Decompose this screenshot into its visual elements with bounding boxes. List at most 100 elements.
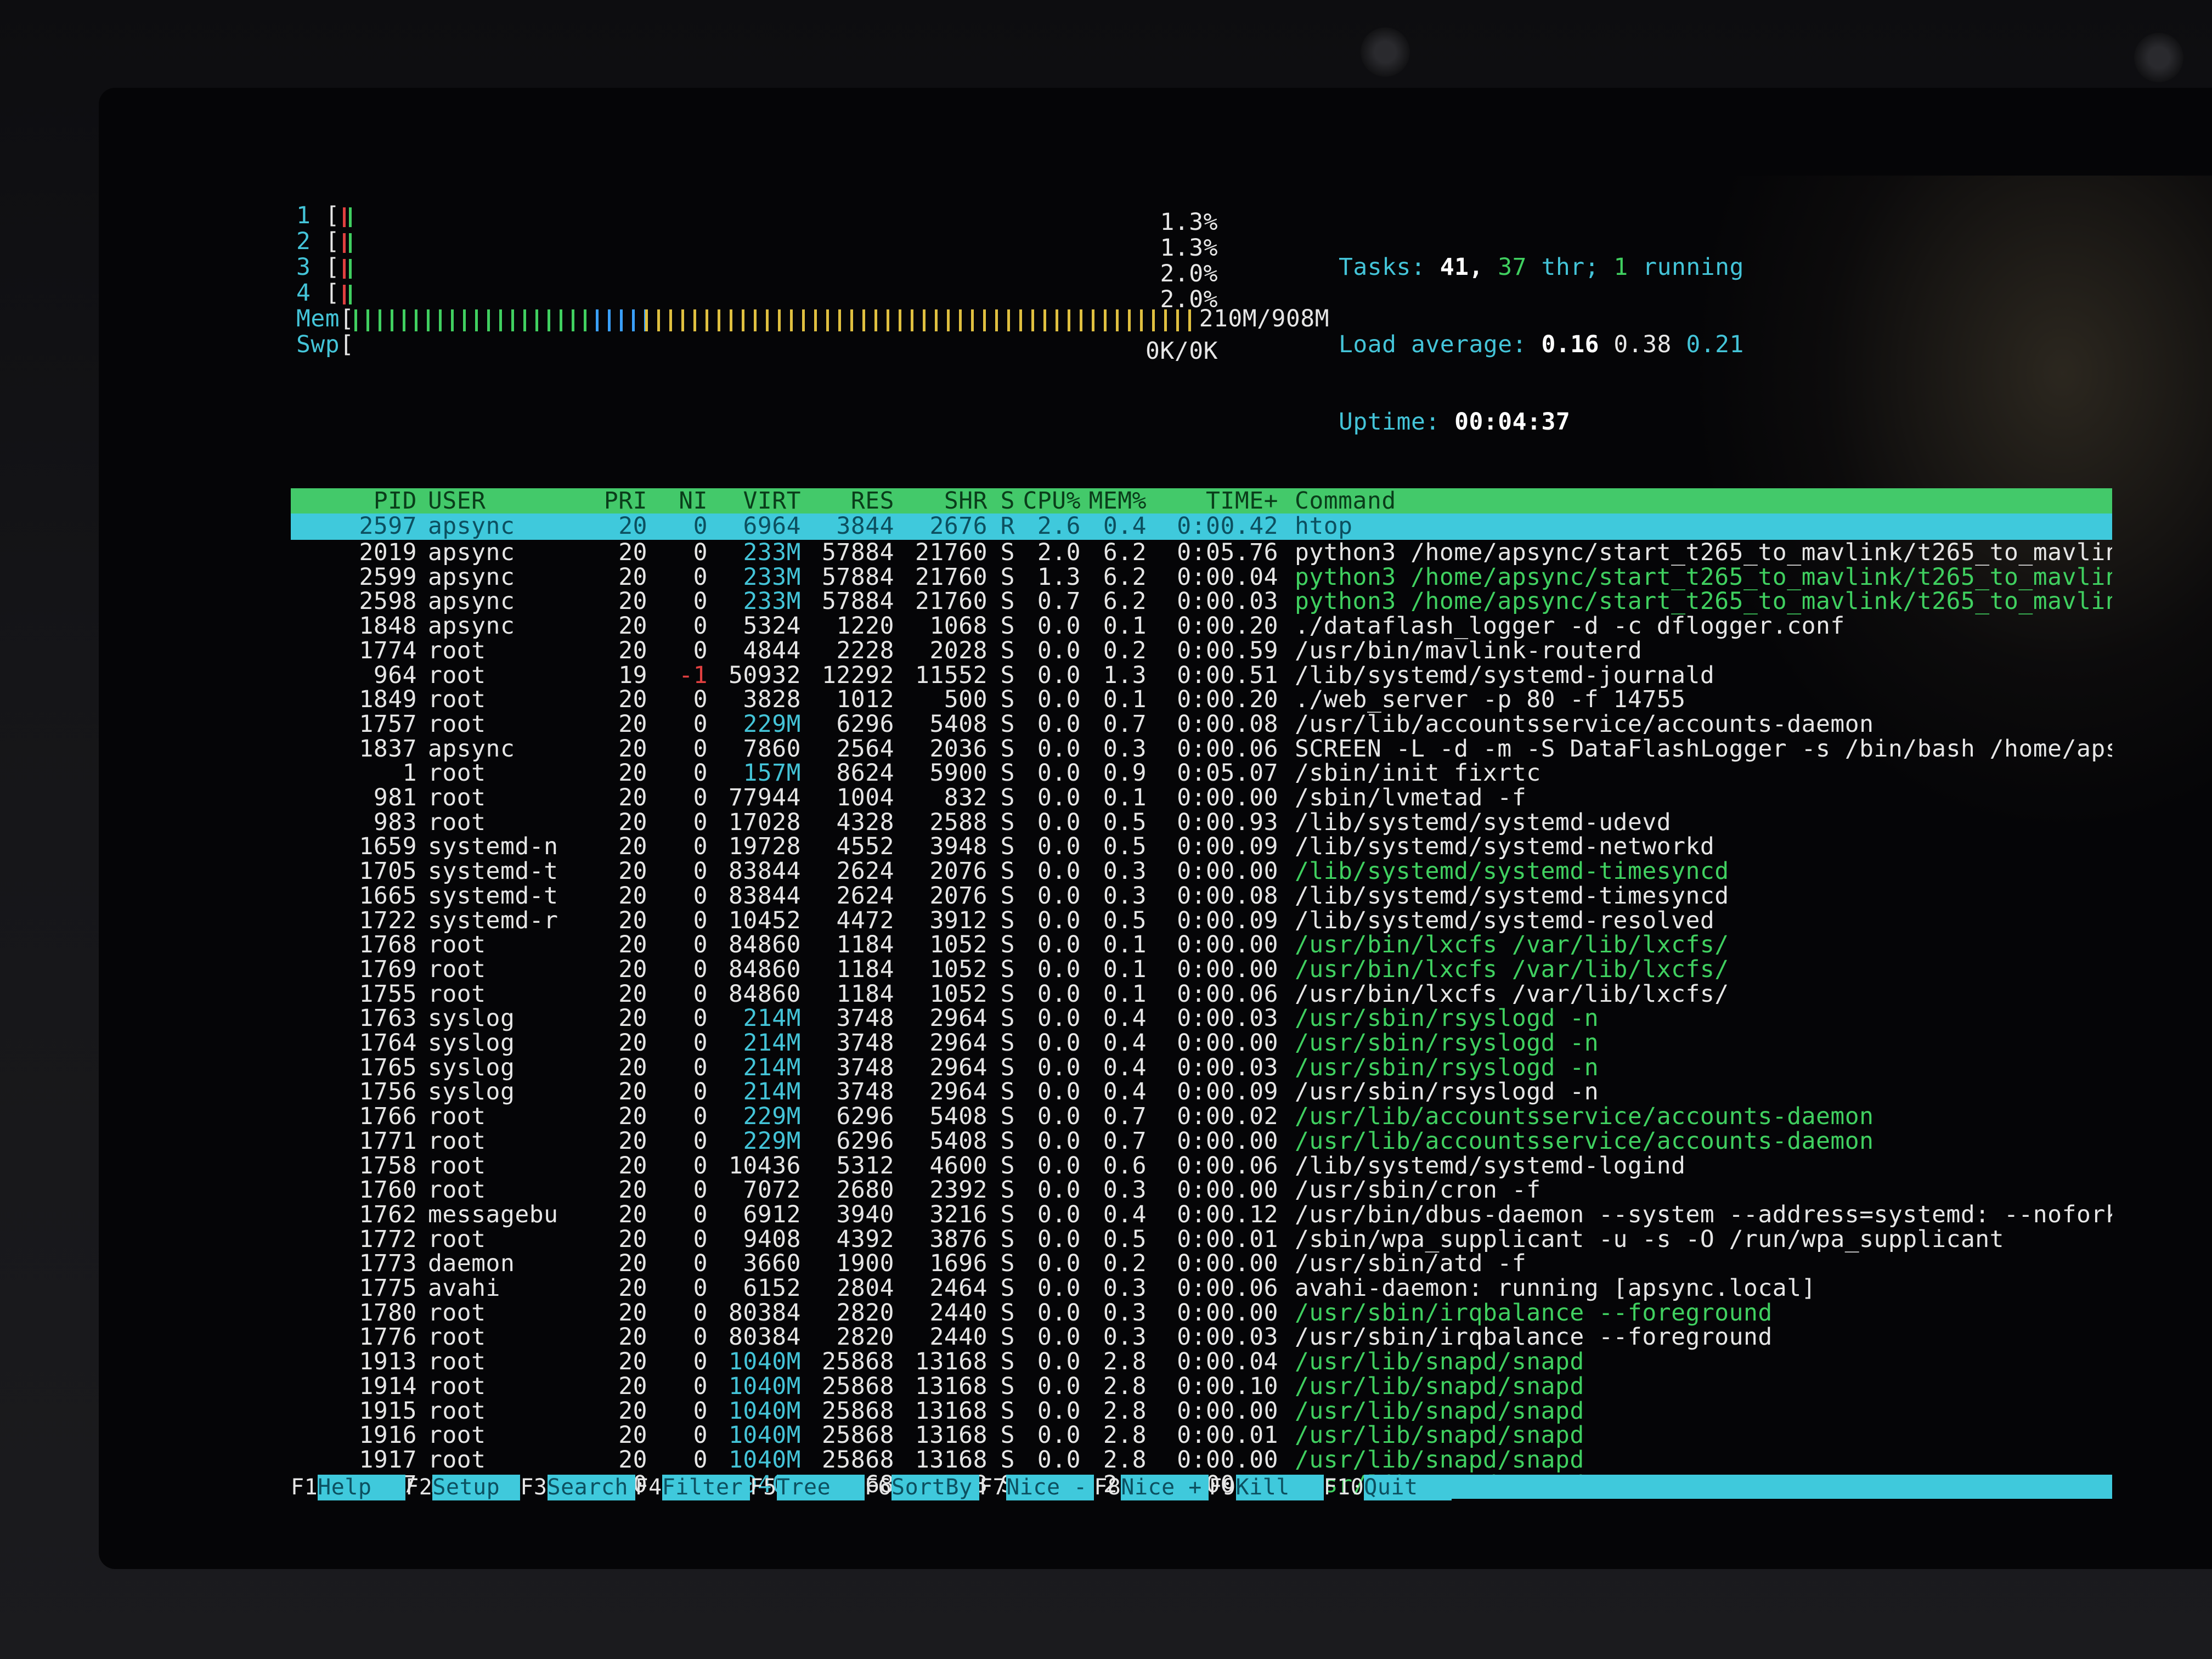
fkey-f4-button[interactable]: Filter: [662, 1475, 750, 1500]
process-pid: 1: [402, 759, 417, 787]
column-header-virt[interactable]: VIRT: [708, 488, 801, 514]
process-ni: 0: [693, 735, 708, 763]
process-shr: 2440: [929, 1299, 988, 1327]
table-row[interactable]: 1916 root 20 0 1040M 25868 13168 S 0.0 2.8 0:00.01…: [291, 1423, 1584, 1448]
table-row[interactable]: 1756 syslog 20 0 214M 3748 2964 S 0.0 0.4 0:00.09 /…: [291, 1079, 1599, 1105]
column-header-mem[interactable]: MEM%: [1081, 488, 1147, 514]
process-shr: 21760: [915, 588, 988, 616]
process-cpu: 0.0: [1037, 955, 1081, 983]
process-shr: 2076: [929, 882, 988, 910]
fkey-f5-button[interactable]: Tree: [776, 1475, 865, 1500]
process-s: S: [1000, 1029, 1015, 1057]
table-row[interactable]: 983 root 20 0 17028 4328 2588 S 0.0 0.5 0:00.93/li…: [291, 809, 1671, 836]
table-row[interactable]: 1665 systemd-t 20 0 83844 2624 2076 S 0.0 0.3 0:00…: [291, 883, 1729, 909]
table-row[interactable]: 1915 root 20 0 1040M 25868 13168 S 0.0 2.8 0:00.00…: [291, 1398, 1584, 1424]
process-pid: 1768: [359, 931, 417, 959]
process-cpu: 0.0: [1037, 1397, 1081, 1425]
process-shr: 2028: [929, 636, 988, 664]
fkey-f1-button[interactable]: Help: [318, 1475, 406, 1500]
column-header-res[interactable]: RES: [801, 488, 894, 514]
summary-panel: Tasks: 41, 37 thr; 1 running Load averag…: [1339, 203, 1744, 487]
process-res: 3748: [836, 1053, 894, 1081]
table-row[interactable]: 1722 systemd-r 20 0 10452 4472 3912 S 0.0 0.5 0:00…: [291, 907, 1714, 934]
table-row[interactable]: 1 root 20 0 157M 8624 5900 S 0.0 0.9 0:05.07/sbin/…: [291, 760, 1541, 786]
process-cpu: 0.0: [1037, 636, 1081, 664]
fkey-f2-button[interactable]: Setup: [432, 1475, 521, 1500]
table-row[interactable]: 2019 apsync 20 0 233M 57884 21760 S 2.0 6.2 0:05.7…: [291, 540, 2112, 566]
column-header[interactable]: PID USER PRI NI VIRT RES SHR S CPU% MEM% TIME+ Comm…: [291, 488, 2112, 516]
fkey-f6-button[interactable]: SortBy: [891, 1475, 980, 1500]
process-virt: 50932: [729, 661, 801, 689]
fkey-f8-button[interactable]: Nice +: [1121, 1475, 1209, 1500]
table-row[interactable]: 1914 root 20 0 1040M 25868 13168 S 0.0 2.8 0:00.10…: [291, 1372, 1584, 1400]
table-row[interactable]: 1768 root 20 0 84860 1184 1052 S 0.0 0.1 0:00.00/u…: [291, 932, 1729, 958]
table-row[interactable]: 1837 apsync 20 0 7860 2564 2036 S 0.0 0.3 0:00.06 S…: [291, 736, 2112, 762]
process-res: 4552: [836, 833, 894, 861]
table-row[interactable]: 1917 root 20 0 1040M 25868 13168 S 0.0 2.8 0:00.00…: [291, 1447, 1584, 1473]
process-pid: 1771: [359, 1127, 417, 1155]
process-cpu: 0.0: [1037, 1372, 1081, 1400]
process-ni: 0: [693, 980, 708, 1008]
process-user: root: [428, 1372, 486, 1400]
fkey-f10-button[interactable]: Quit: [1364, 1475, 1452, 1500]
table-row[interactable]: 1762 messagebu 20 0 6912 3940 3216 S 0.0 0.4 0:00.…: [291, 1201, 2112, 1228]
fkey-f9-button[interactable]: Kill: [1235, 1475, 1324, 1500]
column-header-shr[interactable]: SHR: [894, 488, 988, 514]
process-ni: 0: [693, 882, 708, 910]
table-row[interactable]: 1776 root 20 0 80384 2820 2440 S 0.0 0.3 0:00.03/u…: [291, 1324, 1773, 1350]
process-s: S: [1000, 1372, 1015, 1400]
table-row[interactable]: 1757 root 20 0 229M 6296 5408 S 0.0 0.7 0:00.08/us…: [291, 711, 1874, 737]
cpu-bar-user: [349, 258, 352, 279]
table-row[interactable]: 1849 root 20 0 3828 1012 500 S 0.0 0.1 0:00.20 ./we…: [291, 687, 1685, 713]
table-row[interactable]: 1772 root 20 0 9408 4392 3876 S 0.0 0.5 0:00.01/sb…: [291, 1226, 2004, 1252]
process-s: S: [1000, 955, 1015, 983]
column-header-command[interactable]: Command: [1278, 488, 1396, 514]
column-header-pid[interactable]: PID: [291, 488, 417, 514]
table-row[interactable]: 964 root 19 -1 50932 12292 11552 S 0.0 1.3 0:00.51…: [291, 661, 1714, 689]
process-shr: 2392: [929, 1176, 988, 1204]
table-row[interactable]: 1780 root 20 0 80384 2820 2440 S 0.0 0.3 0:00.00/u…: [291, 1300, 1773, 1326]
table-row[interactable]: 1766 root 20 0 229M 6296 5408 S 0.0 0.7 0:00.02/us…: [291, 1104, 1874, 1130]
table-row[interactable]: 1769 root 20 0 84860 1184 1052 S 0.0 0.1 0:00.00/u…: [291, 955, 1729, 983]
table-row[interactable]: 981 root 20 0 77944 1004 832 S 0.0 0.1 0:00.00/sbi…: [291, 785, 1526, 811]
column-header-s[interactable]: S: [988, 488, 1015, 514]
process-mem: 0.3: [1103, 1323, 1147, 1351]
process-ni: 0: [693, 1372, 708, 1400]
table-row[interactable]: 1705 systemd-t 20 0 83844 2624 2076 S 0.0 0.3 0:00…: [291, 859, 1729, 884]
table-row[interactable]: 1771 root 20 0 229M 6296 5408 S 0.0 0.7 0:00.00/us…: [291, 1128, 1874, 1154]
table-row[interactable]: 1758 root 20 0 10436 5312 4600 S 0.0 0.6 0:00.06/l…: [291, 1153, 1685, 1179]
process-res: 12292: [822, 661, 894, 689]
fkey-f7-button[interactable]: Nice -: [1006, 1475, 1094, 1500]
table-row[interactable]: 2599 apsync 20 0 233M 57884 21760 S 1.3 6.2 0:00.0…: [291, 564, 2112, 590]
process-pri: 20: [618, 931, 647, 959]
process-virt: 3660: [743, 1250, 801, 1278]
table-row[interactable]: 1760 root 20 0 7072 2680 2392 S 0.0 0.3 0:00.00/us…: [291, 1177, 1541, 1203]
process-user: syslog: [428, 1029, 515, 1057]
selected-process-row[interactable]: 2597 apsync 20 0 6964 3844 2676 R 2.6 0.4 0:00.42 h…: [291, 514, 2112, 540]
table-row[interactable]: 2598 apsync 20 0 233M 57884 21760 S 0.7 6.2 0:00.0…: [291, 589, 2112, 614]
column-header-user[interactable]: USER: [417, 488, 592, 514]
cpu-meter-value: 1.3%: [1160, 208, 1218, 236]
table-row[interactable]: 1764 syslog 20 0 214M 3748 2964 S 0.0 0.4 0:00.00 /…: [291, 1030, 1599, 1056]
column-header-pri[interactable]: PRI: [592, 488, 647, 514]
table-row[interactable]: 1763 syslog 20 0 214M 3748 2964 S 0.0 0.4 0:00.03 /…: [291, 1006, 1599, 1031]
table-row[interactable]: 1775 avahi 20 0 6152 2804 2464 S 0.0 0.3 0:00.06 av…: [291, 1276, 1816, 1301]
table-row[interactable]: 1773 daemon 20 0 3660 1900 1696 S 0.0 0.2 0:00.00 /…: [291, 1251, 1526, 1277]
process-time: 0:00.00: [1177, 1446, 1278, 1474]
table-row[interactable]: 1913 root 20 0 1040M 25868 13168 S 0.0 2.8 0:00.04…: [291, 1349, 1584, 1375]
table-row[interactable]: 1848 apsync 20 0 5324 1220 1068 S 0.0 0.1 0:00.20.…: [291, 613, 1845, 639]
table-row[interactable]: 1774 root 20 0 4844 2228 2028 S 0.0 0.2 0:00.59/us…: [291, 636, 1642, 664]
column-header-ni[interactable]: NI: [647, 488, 708, 514]
process-time: 0:00.20: [1177, 612, 1278, 640]
process-user: root: [428, 1348, 486, 1376]
table-row[interactable]: 1765 syslog 20 0 214M 3748 2964 S 0.0 0.4 0:00.03 /…: [291, 1053, 1599, 1081]
process-res: 5312: [836, 1152, 894, 1180]
column-header-time[interactable]: TIME+: [1147, 488, 1278, 514]
process-pid: 1776: [359, 1323, 417, 1351]
process-pri: 20: [618, 1397, 647, 1425]
mem-meter-label: Mem: [296, 305, 340, 332]
table-row[interactable]: 1659 systemd-n 20 0 19728 4552 3948 S 0.0 0.5 0:00…: [291, 834, 1714, 860]
column-header-cpu[interactable]: CPU%: [1015, 488, 1081, 514]
fkey-f3-button[interactable]: Search: [547, 1475, 635, 1500]
table-row[interactable]: 1755 root 20 0 84860 1184 1052 S 0.0 0.1 0:00.06/u…: [291, 981, 1729, 1007]
